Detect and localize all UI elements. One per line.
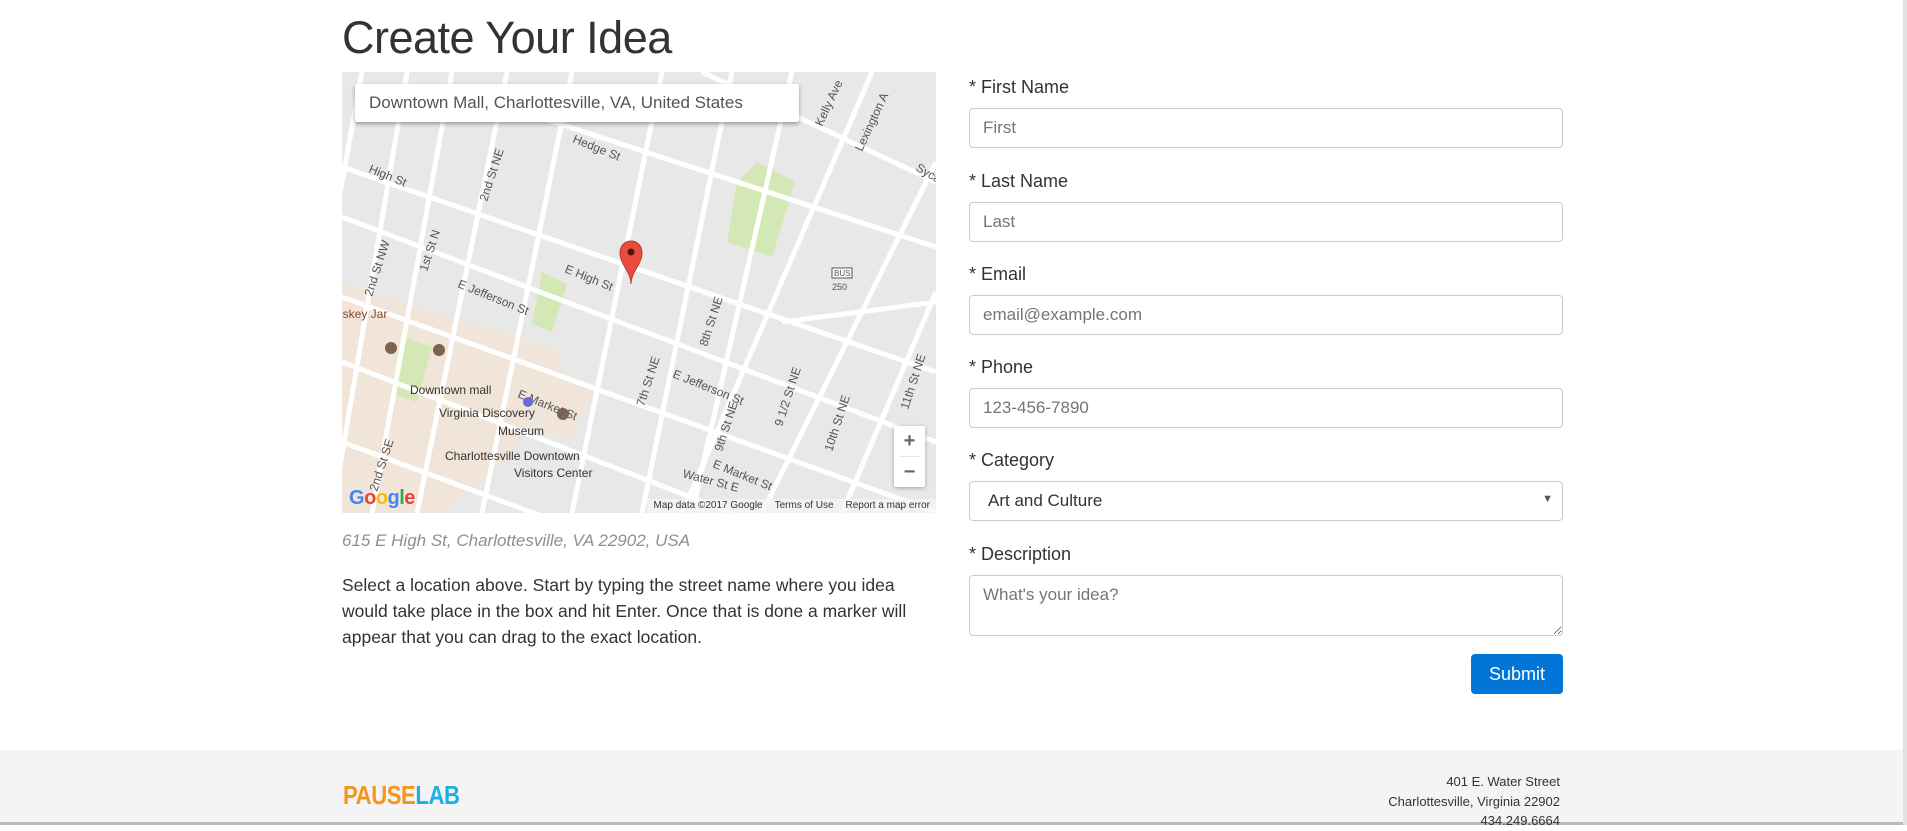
submit-button[interactable]: Submit [1471,654,1563,694]
page-title: Create Your Idea [342,12,672,63]
category-select[interactable]: Art and Culture [969,481,1563,521]
description-label: * Description [969,544,1072,564]
scrollbar[interactable] [1903,0,1907,825]
address-line-1: 401 E. Water Street [1446,774,1560,789]
map-label: Visitors Center [514,466,592,480]
zoom-in-button[interactable]: + [894,426,925,456]
description-group: * Description [969,543,1563,636]
address-line-2: Charlottesville, Virginia 22902 [1388,793,1560,809]
email-input[interactable] [969,295,1563,335]
terms-link[interactable]: Terms of Use [775,499,834,513]
google-logo[interactable]: Google [349,487,415,510]
footer: PAUSELAB 401 E. Water Street Charlottesv… [0,750,1907,828]
map-label: iskey Jar [342,307,387,321]
last-name-input[interactable] [969,202,1563,242]
last-name-label: * Last Name [969,171,1069,191]
help-text: Select a location above. Start by typing… [342,575,907,647]
description-textarea[interactable] [969,575,1563,636]
logo-lab: LAB [415,780,460,810]
map-label: BUS [834,269,850,278]
selected-address: 615 E High St, Charlottesville, VA 22902… [342,531,691,550]
map-label: Museum [498,424,544,438]
logo-pause: PAUSE [343,780,416,810]
last-name-group: * Last Name [969,170,1563,242]
map-zoom-control: + − [894,426,925,487]
map-label: Downtown mall [410,383,491,397]
map-label: 250 [832,282,847,292]
phone-input[interactable] [969,388,1563,428]
category-group: * Category Art and Culture ▼ [969,449,1563,521]
footer-address: 401 E. Water Street Charlottesville, Vir… [1388,772,1560,831]
email-label: * Email [969,264,1027,284]
footer-phone: 434.249.6664 [1480,813,1560,828]
map-attribution: Map data ©2017 Google Terms of Use Repor… [647,499,936,513]
pauselab-logo[interactable]: PAUSELAB [343,780,460,811]
report-error-link[interactable]: Report a map error [846,499,930,513]
map-data-text: Map data ©2017 Google [653,500,763,511]
phone-label: * Phone [969,357,1034,377]
first-name-label: * First Name [969,77,1070,97]
first-name-group: * First Name [969,76,1563,148]
map-tiles: Hedge St High St E High St E Jefferson S… [342,72,936,513]
first-name-input[interactable] [969,108,1563,148]
map-label: Charlottesville Downtown [445,449,580,463]
zoom-out-button[interactable]: − [894,457,925,487]
location-map[interactable]: Hedge St High St E High St E Jefferson S… [342,72,936,513]
phone-group: * Phone [969,356,1563,428]
category-label: * Category [969,450,1055,470]
email-group: * Email [969,263,1563,335]
map-search-input[interactable]: Downtown Mall, Charlottesville, VA, Unit… [355,84,799,122]
map-label: Virginia Discovery [439,406,535,420]
